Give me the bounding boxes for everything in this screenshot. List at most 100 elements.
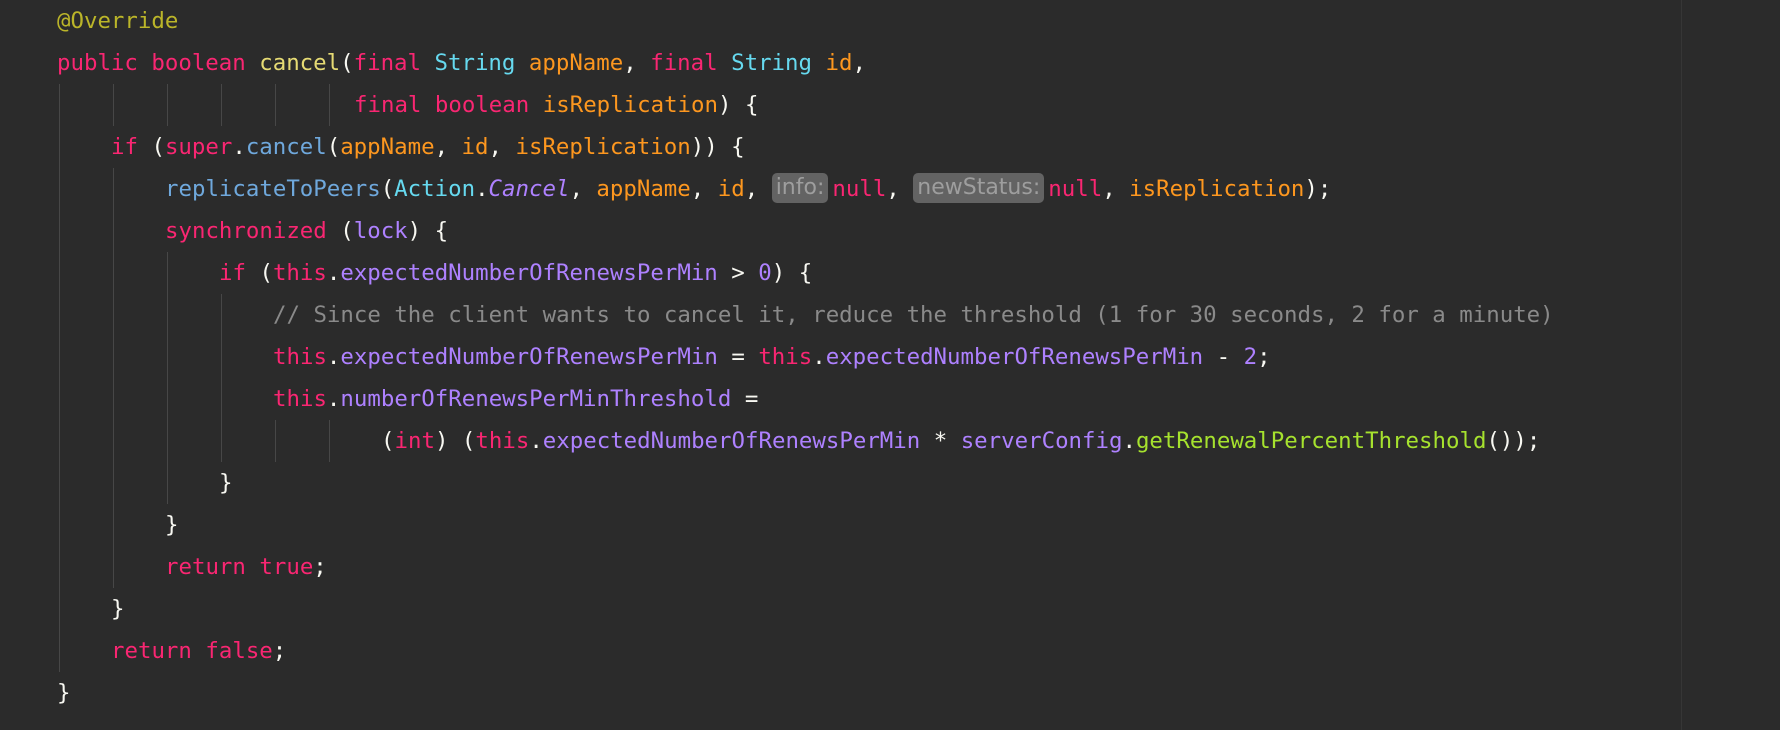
right-margin-guide [1681, 0, 1682, 730]
code-token: ()); [1486, 428, 1541, 454]
code-token: lock [353, 218, 408, 244]
code-line[interactable]: } [219, 462, 232, 504]
code-token: ( [381, 428, 395, 454]
code-token: return [111, 638, 192, 664]
code-token: , [744, 176, 772, 202]
code-line[interactable]: public boolean cancel(final String appNa… [57, 42, 866, 84]
code-line[interactable]: } [57, 672, 70, 714]
code-token: . [326, 260, 341, 286]
indent-guide [329, 84, 330, 126]
code-line[interactable]: return true; [165, 546, 327, 588]
code-token: ; [272, 638, 287, 664]
code-token: String [434, 50, 516, 76]
code-token: } [219, 470, 233, 496]
code-line[interactable]: final boolean isReplication) { [354, 84, 758, 126]
code-token: null [832, 176, 887, 202]
code-token: . [232, 134, 246, 160]
code-token: if [111, 134, 138, 160]
code-token: ) ( [434, 428, 476, 454]
code-token: ( [380, 176, 395, 202]
code-token: this [273, 386, 327, 412]
code-line[interactable]: (int) (this.expectedNumberOfRenewsPerMin… [381, 420, 1540, 462]
code-editor[interactable]: @Override public boolean cancel(final Str… [0, 0, 1780, 730]
code-token: 0 [758, 260, 772, 286]
code-token: . [529, 428, 543, 454]
code-line[interactable]: synchronized (lock) { [165, 210, 448, 252]
code-line[interactable]: @Override [57, 0, 178, 42]
code-token: boolean [151, 50, 246, 76]
code-token: > [717, 260, 759, 286]
code-token: ( [326, 134, 341, 160]
code-line[interactable]: if (this.expectedNumberOfRenewsPerMin > … [219, 252, 812, 294]
indent-guide [275, 84, 276, 126]
code-token: . [475, 176, 489, 202]
code-token: * [920, 428, 961, 454]
code-token: true [259, 554, 314, 580]
code-line[interactable]: this.expectedNumberOfRenewsPerMin = this… [273, 336, 1271, 378]
code-token: id [461, 134, 489, 160]
code-token: serverConfig [960, 428, 1123, 454]
code-token: ( [326, 218, 354, 244]
code-token: Action [394, 176, 476, 202]
code-token: = [717, 344, 759, 370]
code-token: , [569, 176, 597, 202]
code-token: synchronized [165, 218, 327, 244]
code-token: ; [313, 554, 327, 580]
code-token: ; [1257, 344, 1271, 370]
code-token: ) { [718, 92, 759, 118]
indent-guide [329, 420, 330, 462]
code-token: id [825, 50, 853, 76]
code-token: final [353, 50, 422, 76]
code-token: . [326, 386, 341, 412]
code-token: expectedNumberOfRenewsPerMin [542, 428, 921, 454]
code-token: ( [137, 134, 165, 160]
indent-guide [221, 84, 222, 126]
indent-guide [167, 252, 168, 504]
code-token: appName [596, 176, 691, 202]
code-token: )) { [690, 134, 745, 160]
code-token: final [650, 50, 718, 76]
code-token: // Since the client wants to cancel it, … [273, 302, 1554, 328]
parameter-hint: newStatus: [913, 173, 1045, 203]
code-token: isReplication [1129, 176, 1305, 202]
code-line[interactable]: if (super.cancel(appName, id, isReplicat… [111, 126, 745, 168]
parameter-hint: info: [771, 173, 829, 203]
indent-guide [113, 84, 114, 126]
code-line[interactable]: return false; [111, 630, 286, 672]
code-token: return [165, 554, 246, 580]
code-token: ) { [771, 260, 813, 286]
code-token: = [731, 386, 759, 412]
code-line[interactable]: } [165, 504, 178, 546]
code-line[interactable]: replicateToPeers(Action.Cancel, appName,… [165, 168, 1331, 210]
code-token: public [57, 50, 138, 76]
code-token: ) { [407, 218, 449, 244]
code-line[interactable]: this.numberOfRenewsPerMinThreshold = [273, 378, 758, 420]
code-token: int [394, 428, 435, 454]
indent-guide [59, 84, 60, 672]
code-token: . [812, 344, 826, 370]
code-token: ( [245, 260, 273, 286]
code-token: , [690, 176, 718, 202]
code-token: , [852, 50, 866, 76]
code-token: cancel [259, 50, 341, 76]
code-token: id [717, 176, 745, 202]
code-token: } [165, 512, 179, 538]
code-token: numberOfRenewsPerMinThreshold [340, 386, 732, 412]
code-token: boolean [434, 92, 530, 118]
code-token: final [354, 92, 422, 118]
indent-guide [221, 294, 222, 462]
code-line[interactable]: // Since the client wants to cancel it, … [273, 294, 1554, 336]
code-token: } [111, 596, 125, 622]
code-token: . [326, 344, 341, 370]
code-line[interactable]: } [111, 588, 124, 630]
code-token: } [57, 680, 71, 706]
code-token: Cancel [488, 176, 570, 202]
code-token: 2 [1243, 344, 1258, 370]
code-token: , [434, 134, 462, 160]
code-token: @Override [57, 8, 179, 34]
